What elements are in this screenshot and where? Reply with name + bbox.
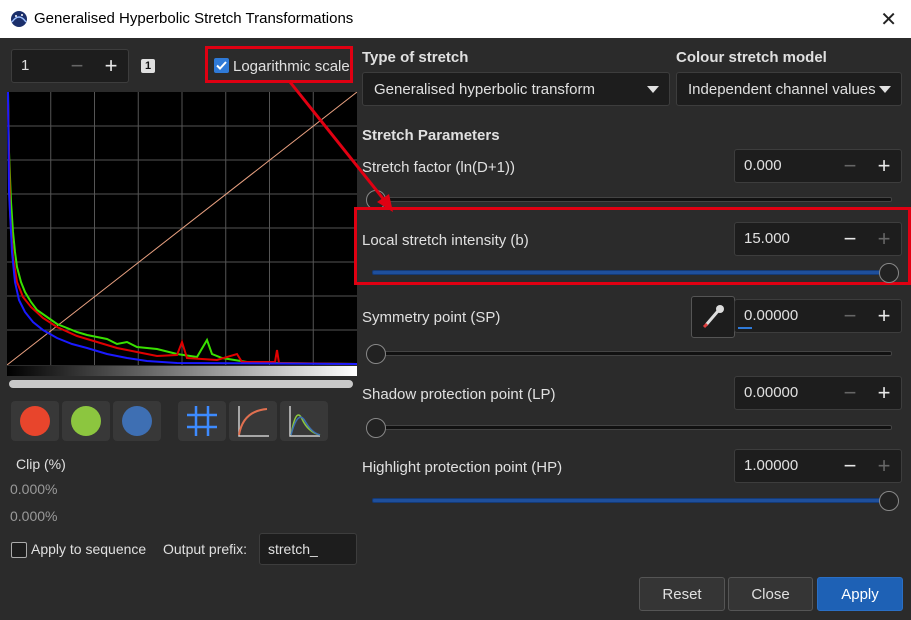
stretch-type-dropdown[interactable]: Generalised hyperbolic transform [362, 72, 670, 106]
stretch-factor-plus-button[interactable]: + [867, 150, 901, 182]
close-window-icon[interactable]: ✕ [880, 7, 897, 32]
histogram-gradient-bar [7, 366, 357, 376]
shadow-protection-value: 0.00000 [744, 384, 799, 401]
stretch-factor-slider-track[interactable] [372, 197, 892, 202]
symmetry-point-slider-track[interactable] [372, 351, 892, 356]
zoom-minus-button[interactable]: − [60, 50, 94, 82]
output-prefix-label: Output prefix: [163, 541, 248, 557]
shadow-protection-spinbox[interactable]: 0.00000 − + [734, 376, 902, 410]
clip-high-value: 0.000% [10, 508, 58, 524]
stretch-factor-value: 0.000 [744, 157, 782, 174]
grid-toggle[interactable] [178, 401, 226, 441]
output-prefix-input[interactable]: stretch_ [259, 533, 357, 565]
histogram-icon [289, 406, 321, 437]
symmetry-point-minus-button[interactable]: − [833, 300, 867, 332]
curve-toggle[interactable] [229, 401, 277, 441]
curve-icon [238, 406, 269, 437]
local-intensity-spinbox[interactable]: 15.000 − + [734, 222, 902, 256]
grid-icon [187, 406, 217, 436]
local-intensity-plus-button[interactable]: + [867, 223, 901, 255]
highlight-protection-slider-track[interactable] [372, 498, 892, 503]
highlight-protection-value: 1.00000 [744, 457, 799, 474]
symmetry-point-slider-handle[interactable] [366, 344, 386, 364]
checkmark-icon [216, 61, 227, 70]
window-title: Generalised Hyperbolic Stretch Transform… [34, 10, 354, 27]
eyedropper-icon [702, 305, 724, 329]
highlight-protection-slider-handle[interactable] [879, 491, 899, 511]
log-scale-checkbox[interactable] [214, 58, 229, 73]
shadow-protection-label: Shadow protection point (LP) [362, 386, 556, 403]
symmetry-point-label: Symmetry point (SP) [362, 309, 501, 326]
green-circle-icon [71, 406, 101, 436]
zoom-value: 1 [21, 57, 30, 74]
blue-circle-icon [122, 406, 152, 436]
chevron-down-icon [879, 86, 891, 93]
red-circle-icon [20, 406, 50, 436]
local-intensity-slider-track[interactable] [372, 270, 892, 275]
stretch-type-label: Type of stretch [362, 49, 469, 66]
colour-model-value: Independent channel values [688, 81, 876, 98]
local-intensity-label: Local stretch intensity (b) [362, 232, 529, 249]
zoom-plus-button[interactable]: + [94, 50, 128, 82]
dialog-body: 1 − + 1 Logarithmic scale Clip (%) 0.000… [0, 38, 911, 620]
apply-to-sequence-label[interactable]: Apply to sequence [31, 541, 146, 557]
output-prefix-value: stretch_ [268, 541, 318, 557]
highlight-protection-minus-button[interactable]: − [833, 450, 867, 482]
zoom-badge: 1 [141, 59, 155, 73]
symmetry-point-spinbox[interactable]: 0.00000 − + [734, 299, 902, 333]
eyedropper-button[interactable] [691, 296, 735, 338]
local-intensity-value: 15.000 [744, 230, 790, 247]
log-scale-label[interactable]: Logarithmic scale [233, 58, 350, 75]
symmetry-point-focus-underline [738, 327, 752, 329]
close-button[interactable]: Close [728, 577, 813, 611]
highlight-protection-plus-button[interactable]: + [867, 450, 901, 482]
annotation-arrow [288, 81, 393, 212]
clip-label: Clip (%) [16, 456, 66, 472]
zoom-spinbox[interactable]: 1 − + [11, 49, 129, 83]
local-intensity-slider-handle[interactable] [879, 263, 899, 283]
highlight-protection-spinbox[interactable]: 1.00000 − + [734, 449, 902, 483]
blue-channel-toggle[interactable] [113, 401, 161, 441]
local-intensity-minus-button[interactable]: − [833, 223, 867, 255]
app-icon [11, 11, 27, 27]
shadow-protection-minus-button[interactable]: − [833, 377, 867, 409]
shadow-protection-plus-button[interactable]: + [867, 377, 901, 409]
green-channel-toggle[interactable] [62, 401, 110, 441]
red-channel-toggle[interactable] [11, 401, 59, 441]
apply-button[interactable]: Apply [817, 577, 903, 611]
stretch-type-value: Generalised hyperbolic transform [374, 81, 595, 98]
colour-model-label: Colour stretch model [676, 49, 827, 66]
stretch-factor-minus-button[interactable]: − [833, 150, 867, 182]
histogram-scrollbar[interactable] [9, 380, 353, 388]
colour-model-dropdown[interactable]: Independent channel values [676, 72, 902, 106]
clip-low-value: 0.000% [10, 481, 58, 497]
stretch-factor-spinbox[interactable]: 0.000 − + [734, 149, 902, 183]
highlight-protection-label: Highlight protection point (HP) [362, 459, 563, 476]
reset-button[interactable]: Reset [639, 577, 725, 611]
title-bar: Generalised Hyperbolic Stretch Transform… [0, 0, 911, 38]
apply-to-sequence-checkbox[interactable] [11, 542, 27, 558]
symmetry-point-value: 0.00000 [744, 307, 799, 324]
chevron-down-icon [647, 86, 659, 93]
symmetry-point-plus-button[interactable]: + [867, 300, 901, 332]
histogram-toggle[interactable] [280, 401, 328, 441]
shadow-protection-slider-handle[interactable] [366, 418, 386, 438]
shadow-protection-slider-track[interactable] [372, 425, 892, 430]
